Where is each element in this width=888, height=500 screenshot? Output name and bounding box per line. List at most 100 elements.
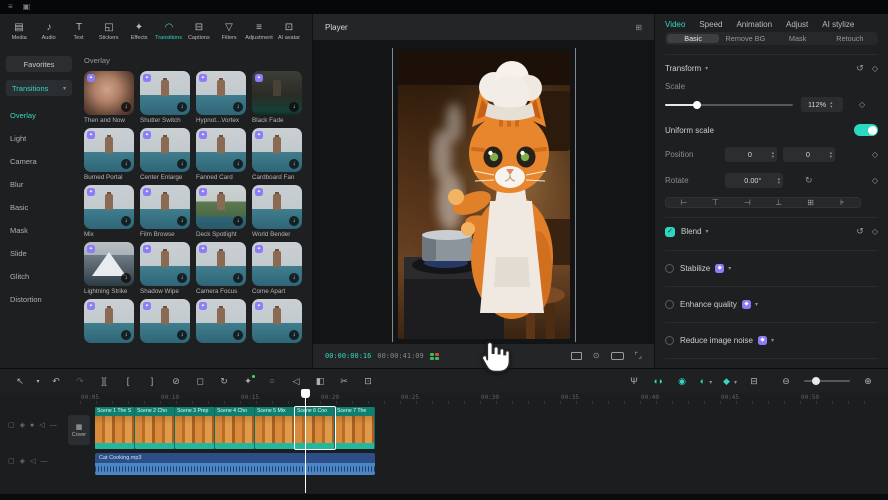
- media-tab-captions[interactable]: ⊟Captions: [184, 22, 214, 42]
- track-mute-icon[interactable]: ◁: [30, 457, 35, 465]
- track-lock-icon[interactable]: ◈: [20, 421, 25, 429]
- delete-icon[interactable]: ⊘: [164, 376, 188, 387]
- tab-adjust[interactable]: Adjust: [786, 20, 808, 29]
- clip-scene-5-mix[interactable]: Scene 5 Mix: [255, 407, 295, 449]
- collapse-icon[interactable]: ▾: [705, 65, 708, 72]
- media-tab-effects[interactable]: ✦Effects: [124, 22, 154, 42]
- preview-window-icon[interactable]: ⊟: [742, 376, 766, 387]
- record-icon[interactable]: ⊡: [356, 376, 380, 387]
- download-icon[interactable]: ↓: [177, 216, 187, 226]
- position-x-field[interactable]: 0 ▴▾: [725, 147, 777, 162]
- tab-speed[interactable]: Speed: [699, 20, 722, 29]
- stabilize-checkbox[interactable]: [665, 264, 674, 273]
- blend-reset-icon[interactable]: ↺: [856, 226, 864, 237]
- scale-keyframe-icon[interactable]: ◇: [859, 100, 865, 109]
- transition-tile-deck-spotlight[interactable]: ✦↓Deck Spotlight: [196, 185, 246, 238]
- transition-tile-film-browse[interactable]: ✦↓Film Browse: [140, 185, 190, 238]
- download-icon[interactable]: ↓: [177, 273, 187, 283]
- media-tab-audio[interactable]: ♪Audio: [34, 22, 64, 42]
- sidebar-item-mask[interactable]: Mask: [6, 219, 72, 242]
- sidebar-item-blur[interactable]: Blur: [6, 173, 72, 196]
- clip-scene-1-the-s[interactable]: Scene 1 The S: [95, 407, 135, 449]
- player-options-icon[interactable]: ⊞: [635, 23, 642, 32]
- timeline-zoom-in-icon[interactable]: ⊕: [856, 376, 880, 387]
- download-icon[interactable]: ↓: [177, 330, 187, 340]
- enhance-quality-chevron-icon[interactable]: ▾: [755, 301, 758, 308]
- track-thumbnail-icon[interactable]: ▢: [8, 421, 15, 429]
- transition-tile-black-fade[interactable]: ✦↓Black Fade: [252, 71, 302, 124]
- aspect-ratio-icon[interactable]: [571, 352, 582, 360]
- download-icon[interactable]: ↓: [233, 273, 243, 283]
- sidebar-item-distortion[interactable]: Distortion: [6, 288, 72, 311]
- track-lock-icon[interactable]: ◈: [20, 457, 25, 465]
- position-x-stepper[interactable]: ▴▾: [772, 151, 774, 158]
- preview-axis-toggle-icon[interactable]: ◐▾: [694, 376, 718, 386]
- media-tab-transitions[interactable]: ◠Transitions: [154, 22, 184, 42]
- reset-transform-icon[interactable]: ↺: [856, 63, 864, 74]
- uniform-scale-toggle[interactable]: [854, 124, 878, 136]
- subtab-retouch[interactable]: Retouch: [824, 34, 876, 43]
- media-tab-media[interactable]: ▤Media: [4, 22, 34, 42]
- blend-keyframe-icon[interactable]: ◇: [872, 227, 878, 236]
- download-icon[interactable]: ↓: [233, 159, 243, 169]
- transition-tile-shutter-switch[interactable]: ✦↓Shutter Switch: [140, 71, 190, 124]
- track-collapse-icon[interactable]: —: [40, 458, 47, 465]
- align-icon-3[interactable]: ⊥: [763, 198, 795, 207]
- transition-tile-fanned-card[interactable]: ✦↓Fanned Card: [196, 128, 246, 181]
- download-icon[interactable]: ↓: [177, 159, 187, 169]
- enhance-quality-checkbox[interactable]: [665, 300, 674, 309]
- transition-tile-camera-focus[interactable]: ✦↓Camera Focus: [196, 242, 246, 295]
- split-icon[interactable]: ][: [92, 376, 116, 386]
- align-icon-4[interactable]: ⊞: [795, 198, 827, 207]
- delete-left-icon[interactable]: [: [116, 376, 140, 386]
- subtab-mask[interactable]: Mask: [772, 34, 824, 43]
- freeze-frame-icon[interactable]: ◻: [188, 376, 212, 387]
- download-icon[interactable]: ↓: [289, 216, 299, 226]
- rotate-stepper[interactable]: ▴▾: [778, 177, 780, 184]
- sidebar-item-light[interactable]: Light: [6, 127, 72, 150]
- clip-scene-3-prep[interactable]: Scene 3 Prep: [175, 407, 215, 449]
- align-icon-2[interactable]: ⊣: [731, 198, 763, 207]
- audio-clip[interactable]: Cat Cooking.mp3: [95, 453, 375, 475]
- blend-label[interactable]: Blend: [681, 227, 701, 236]
- media-tab-text[interactable]: TText: [64, 22, 94, 42]
- scale-stepper[interactable]: ▴▾: [830, 101, 832, 108]
- clip-volume-icon[interactable]: ◁: [284, 376, 308, 387]
- sidebar-item-basic[interactable]: Basic: [6, 196, 72, 219]
- timeline-ruler[interactable]: 00:0500:1000:1500:2000:2500:3000:3500:40…: [0, 393, 888, 405]
- transition-tile-shadow-wipe[interactable]: ✦↓Shadow Wipe: [140, 242, 190, 295]
- transition-tile-item[interactable]: ✦↓: [140, 299, 190, 345]
- rotate-keyframe-icon[interactable]: ◇: [872, 176, 878, 185]
- subtab-remove-bg[interactable]: Remove BG: [719, 34, 771, 43]
- menu-icon[interactable]: ≡: [8, 3, 13, 11]
- track-collapse-icon[interactable]: —: [50, 422, 57, 429]
- tab-animation[interactable]: Animation: [736, 20, 772, 29]
- download-icon[interactable]: ↓: [121, 102, 131, 112]
- tab-video[interactable]: Video: [665, 20, 685, 29]
- transition-tile-then-and-now[interactable]: ✦↓Then and Now: [84, 71, 134, 124]
- transition-tile-world-bender[interactable]: ✦↓World Bender: [252, 185, 302, 238]
- scale-value-field[interactable]: 112% ▴▾: [801, 97, 843, 112]
- reverse-icon[interactable]: ↻: [212, 376, 236, 387]
- select-tool-icon[interactable]: ↖: [8, 376, 32, 387]
- align-icon-0[interactable]: ⊢: [668, 198, 700, 207]
- blend-chevron-icon[interactable]: ▾: [705, 228, 708, 235]
- download-icon[interactable]: ↓: [177, 102, 187, 112]
- transition-tile-item[interactable]: ✦↓: [196, 299, 246, 345]
- download-icon[interactable]: ↓: [121, 330, 131, 340]
- sidebar-item-slide[interactable]: Slide: [6, 242, 72, 265]
- reduce-image-noise-checkbox[interactable]: [665, 336, 674, 345]
- transition-tile-lightning-strike[interactable]: ✦↓Lightning Strike: [84, 242, 134, 295]
- voiceover-mic-icon[interactable]: Ψ: [622, 376, 646, 386]
- track-thumbnail-icon[interactable]: ▢: [8, 457, 15, 465]
- sidebar-item-overlay[interactable]: Overlay: [6, 104, 72, 127]
- crop-icon[interactable]: ✂: [332, 376, 356, 387]
- video-preview[interactable]: [398, 51, 570, 339]
- zoom-fit-icon[interactable]: ⊙: [593, 352, 600, 360]
- stabilize-chevron-icon[interactable]: ▾: [728, 265, 731, 272]
- auto-wand-icon[interactable]: ✦: [236, 376, 260, 387]
- timeline-zoom-slider[interactable]: [804, 380, 850, 382]
- download-icon[interactable]: ↓: [289, 330, 299, 340]
- playhead-line[interactable]: [305, 391, 306, 493]
- download-icon[interactable]: ↓: [233, 102, 243, 112]
